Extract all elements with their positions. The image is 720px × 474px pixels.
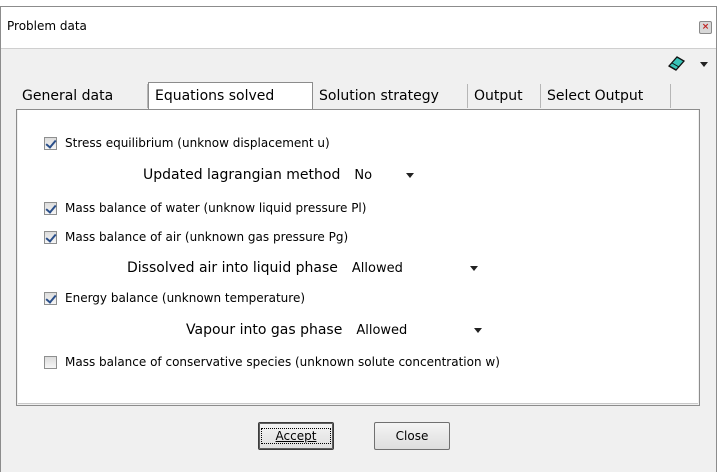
chevron-down-icon[interactable] [474, 327, 483, 333]
water-balance-label: Mass balance of water (unknow liquid pre… [65, 201, 367, 215]
tab-output[interactable]: Output [468, 84, 541, 108]
tab-general-data[interactable]: General data [16, 84, 148, 108]
stress-equilibrium-label: Stress equilibrium (unknow displacement … [65, 136, 330, 150]
button-bar [1, 415, 716, 472]
energy-balance-label: Energy balance (unknown temperature) [65, 291, 306, 305]
accept-button[interactable]: Accept [258, 422, 334, 450]
water-balance-row[interactable]: Mass balance of water (unknow liquid pre… [44, 199, 366, 217]
dissolved-air-label: Dissolved air into liquid phase [127, 260, 338, 276]
close-button[interactable]: Close [374, 422, 450, 450]
updated-lagrangian-select[interactable]: No [354, 168, 406, 183]
updated-lagrangian-label: Updated lagrangian method [143, 167, 341, 183]
stress-equilibrium-checkbox[interactable] [44, 136, 57, 150]
close-button-label: Close [395, 429, 429, 443]
air-balance-checkbox[interactable] [44, 230, 57, 244]
accept-button-label: Accept [260, 428, 332, 444]
title-bar: Problem data × [1, 7, 716, 49]
window-title: Problem data [7, 19, 87, 33]
species-balance-checkbox[interactable] [44, 355, 57, 369]
energy-balance-row[interactable]: Energy balance (unknown temperature) [44, 289, 305, 307]
tab-solution-strategy[interactable]: Solution strategy [313, 84, 468, 108]
tab-select-output[interactable]: Select Output [541, 84, 671, 108]
vapour-row: Vapour into gas phase Allowed [186, 320, 483, 340]
tab-equations-solved[interactable]: Equations solved [148, 82, 313, 110]
toolbar-dropdown-icon[interactable] [700, 62, 708, 67]
dissolved-air-select[interactable]: Allowed [352, 261, 470, 276]
chevron-down-icon[interactable] [406, 172, 415, 178]
dissolved-air-row: Dissolved air into liquid phase Allowed [127, 258, 478, 278]
air-balance-row[interactable]: Mass balance of air (unknown gas pressur… [44, 228, 348, 246]
vapour-select[interactable]: Allowed [356, 323, 474, 338]
vapour-label: Vapour into gas phase [186, 322, 343, 338]
toolbar [1, 49, 716, 81]
stress-equilibrium-row[interactable]: Stress equilibrium (unknow displacement … [44, 134, 330, 152]
species-balance-label: Mass balance of conservative species (un… [65, 355, 500, 369]
eraser-icon[interactable] [666, 54, 686, 72]
water-balance-checkbox[interactable] [44, 201, 57, 215]
close-icon[interactable]: × [699, 21, 712, 34]
chevron-down-icon[interactable] [469, 265, 478, 271]
updated-lagrangian-row: Updated lagrangian method No [143, 165, 415, 185]
species-balance-row[interactable]: Mass balance of conservative species (un… [44, 353, 500, 371]
tab-strip: General data Equations solved Solution s… [16, 82, 696, 110]
energy-balance-checkbox[interactable] [44, 291, 57, 305]
air-balance-label: Mass balance of air (unknown gas pressur… [65, 230, 349, 244]
